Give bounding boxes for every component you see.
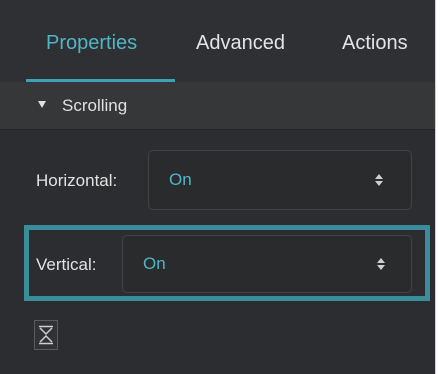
tab-bar: Properties Advanced Actions bbox=[0, 0, 435, 82]
section-header-scrolling[interactable]: Scrolling bbox=[0, 82, 435, 130]
select-arrows-icon bbox=[375, 174, 383, 186]
tab-advanced[interactable]: Advanced bbox=[196, 0, 285, 82]
triangle-down-icon bbox=[38, 101, 46, 108]
horizontal-select[interactable]: On bbox=[148, 150, 412, 210]
collapse-arrows-icon bbox=[39, 325, 53, 345]
tab-actions[interactable]: Actions bbox=[342, 0, 408, 82]
select-arrows-icon bbox=[377, 258, 385, 270]
tab-properties[interactable]: Properties bbox=[46, 0, 137, 82]
vertical-select-value: On bbox=[143, 254, 166, 273]
vertical-select[interactable]: On bbox=[122, 235, 412, 293]
horizontal-select-value: On bbox=[169, 170, 192, 189]
collapse-button[interactable] bbox=[34, 320, 58, 350]
window-edge bbox=[435, 0, 445, 374]
horizontal-label: Horizontal: bbox=[36, 171, 118, 190]
section-title: Scrolling bbox=[62, 96, 128, 115]
properties-panel: Properties Advanced Actions Scrolling Ho… bbox=[0, 0, 435, 374]
vertical-label: Vertical: bbox=[36, 255, 97, 274]
